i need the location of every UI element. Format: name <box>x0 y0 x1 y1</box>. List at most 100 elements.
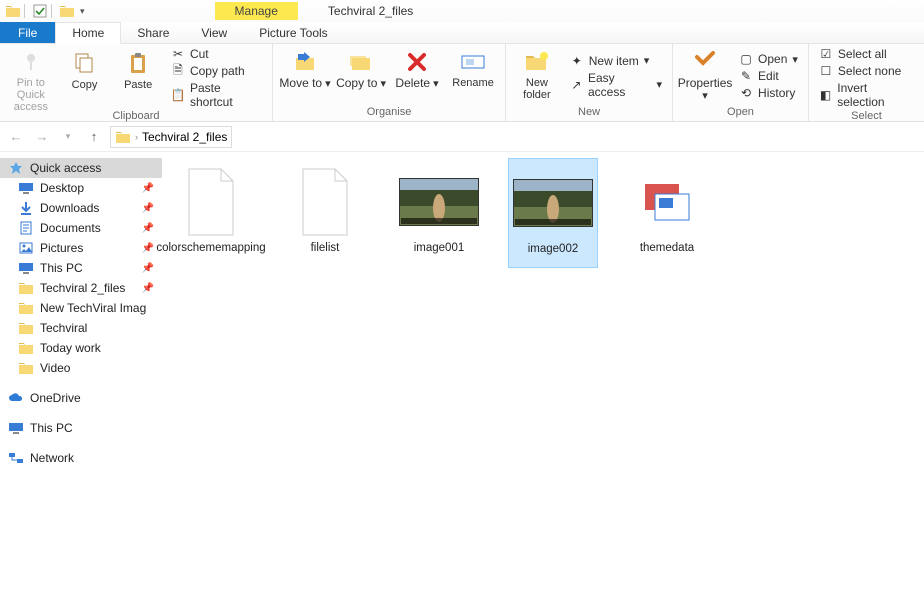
ribbon-group-select: ☑Select all ☐Select none ◧Invert selecti… <box>809 44 924 121</box>
file-view[interactable]: colorschememapping filelist image001 image0… <box>162 152 924 593</box>
properties-button[interactable]: Properties ▾ <box>679 46 731 106</box>
folder-icon <box>58 3 76 19</box>
file-item[interactable]: image001 <box>394 158 484 268</box>
paste-button[interactable]: Paste <box>113 48 163 108</box>
copy-to-button[interactable]: Copy to ▾ <box>335 46 387 106</box>
nav-recent-dropdown[interactable]: ▾ <box>58 127 78 147</box>
nav-item[interactable]: This PC📌 <box>0 258 162 278</box>
file-label: image002 <box>526 243 581 256</box>
group-label: Select <box>851 110 882 123</box>
tab-home[interactable]: Home <box>55 22 121 44</box>
paste-icon <box>123 50 153 78</box>
breadcrumb-segment[interactable]: Techviral 2_files <box>142 130 227 144</box>
copy-to-icon <box>346 48 376 76</box>
context-tab-manage[interactable]: Manage <box>215 2 298 20</box>
history-icon: ⟲ <box>739 86 753 100</box>
ribbon-group-new: New folder ✦New item ▾ ↗Easy access ▾ Ne… <box>506 44 673 121</box>
nav-item[interactable]: Techviral 2_files📌 <box>0 278 162 298</box>
file-item[interactable]: filelist <box>280 158 370 268</box>
copy-button[interactable]: Copy <box>60 48 110 108</box>
paste-shortcut-button[interactable]: 📋Paste shortcut <box>167 80 266 110</box>
nav-onedrive[interactable]: OneDrive <box>0 388 162 408</box>
pin-icon: 📌 <box>142 183 154 194</box>
path-icon: 🗎 <box>171 64 185 78</box>
folder-icon <box>18 341 34 355</box>
folder-icon <box>115 130 131 144</box>
move-icon <box>290 48 320 76</box>
nav-item[interactable]: Desktop 📌 <box>0 178 162 198</box>
ribbon: Pin to Quick access Copy Paste ✂Cut 🗎Cop… <box>0 44 924 122</box>
file-thumbnail <box>513 163 593 243</box>
invert-selection-button[interactable]: ◧Invert selection <box>815 80 918 110</box>
rename-icon <box>458 48 488 76</box>
open-icon: ▢ <box>739 52 753 66</box>
qat-dropdown-icon[interactable]: ▾ <box>80 6 85 17</box>
separator <box>51 4 52 18</box>
rename-button[interactable]: Rename <box>447 46 499 106</box>
new-folder-button[interactable]: New folder <box>512 46 562 106</box>
network-icon <box>8 451 24 465</box>
separator <box>24 4 25 18</box>
nav-item[interactable]: Today work <box>0 338 162 358</box>
new-item-icon: ✦ <box>570 54 584 68</box>
scissors-icon: ✂ <box>171 47 185 61</box>
nav-item-label: Desktop <box>40 181 84 195</box>
folder-icon <box>18 361 34 375</box>
breadcrumb: ← → ▾ ↑ › Techviral 2_files <box>0 122 924 152</box>
select-none-button[interactable]: ☐Select none <box>815 63 918 79</box>
nav-up-button[interactable]: ↑ <box>84 127 104 147</box>
folder-icon <box>18 321 34 335</box>
tab-picture-tools[interactable]: Picture Tools <box>243 22 343 43</box>
tab-view[interactable]: View <box>185 22 243 43</box>
nav-network[interactable]: Network <box>0 448 162 468</box>
nav-item[interactable]: Documents📌 <box>0 218 162 238</box>
folder-icon <box>18 301 34 315</box>
nav-back-button[interactable]: ← <box>6 127 26 147</box>
save-icon[interactable] <box>31 3 49 19</box>
group-label: Open <box>727 106 754 119</box>
new-item-button[interactable]: ✦New item ▾ <box>566 53 666 69</box>
group-label: New <box>578 106 600 119</box>
nav-forward-button[interactable]: → <box>32 127 52 147</box>
address-bar[interactable]: › Techviral 2_files <box>110 126 232 148</box>
easy-access-button[interactable]: ↗Easy access ▾ <box>566 70 666 100</box>
chevron-right-icon: › <box>135 132 138 142</box>
nav-item[interactable]: New TechViral Imag <box>0 298 162 318</box>
file-label: image001 <box>412 242 467 255</box>
select-all-button[interactable]: ☑Select all <box>815 46 918 62</box>
pin-icon: 📌 <box>142 223 154 234</box>
pc-icon <box>18 261 34 275</box>
move-to-button[interactable]: Move to ▾ <box>279 46 331 106</box>
properties-icon <box>690 48 720 76</box>
tab-file[interactable]: File <box>0 22 55 43</box>
file-thumbnail <box>171 162 251 242</box>
cloud-icon <box>8 391 24 405</box>
tab-share[interactable]: Share <box>121 22 185 43</box>
shortcut-icon: 📋 <box>171 88 185 102</box>
history-button[interactable]: ⟲History <box>735 85 802 101</box>
copy-path-button[interactable]: 🗎Copy path <box>167 63 266 79</box>
file-item[interactable]: image002 <box>508 158 598 268</box>
desktop-icon <box>18 181 34 195</box>
nav-this-pc[interactable]: This PC <box>0 418 162 438</box>
quick-access-header[interactable]: Quick access <box>0 158 162 178</box>
nav-item[interactable]: Downloads📌 <box>0 198 162 218</box>
nav-item-label: New TechViral Imag <box>40 301 146 315</box>
file-item[interactable]: themedata <box>622 158 712 268</box>
nav-item[interactable]: Video <box>0 358 162 378</box>
edit-button[interactable]: ✎Edit <box>735 68 802 84</box>
file-thumbnail <box>399 162 479 242</box>
file-item[interactable]: colorschememapping <box>166 158 256 268</box>
delete-button[interactable]: Delete ▾ <box>391 46 443 106</box>
file-thumbnail <box>627 162 707 242</box>
file-label: filelist <box>309 242 342 255</box>
ribbon-group-open: Properties ▾ ▢Open ▾ ✎Edit ⟲History Open <box>673 44 809 121</box>
nav-item-label: This PC <box>40 261 83 275</box>
open-button[interactable]: ▢Open ▾ <box>735 51 802 67</box>
copy-icon <box>69 50 99 78</box>
nav-item[interactable]: Techviral <box>0 318 162 338</box>
ribbon-group-clipboard: Pin to Quick access Copy Paste ✂Cut 🗎Cop… <box>0 44 273 121</box>
nav-item[interactable]: Pictures📌 <box>0 238 162 258</box>
new-folder-icon <box>522 48 552 76</box>
group-label: Clipboard <box>112 110 159 123</box>
